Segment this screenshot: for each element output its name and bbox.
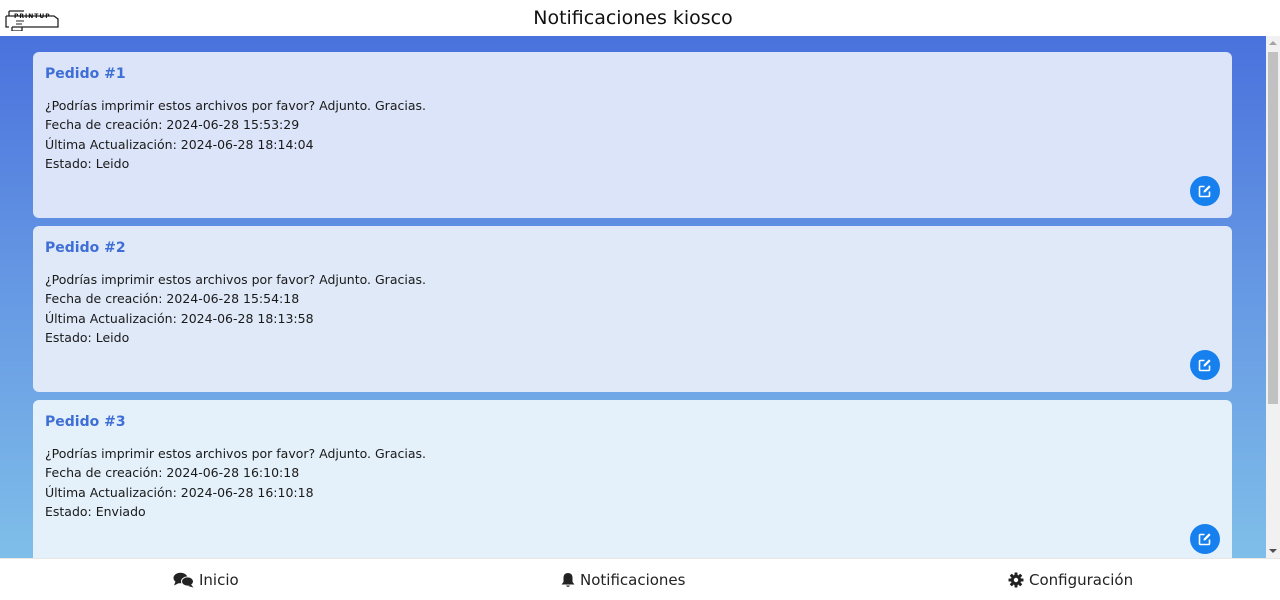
order-title: Pedido #3 [45, 414, 126, 430]
order-card: Pedido #3 ¿Podrías imprimir estos archiv… [33, 400, 1232, 558]
edit-icon [1198, 185, 1211, 198]
nav-item-label: Configuración [1029, 571, 1134, 589]
nav-item-inicio[interactable]: Inicio [173, 559, 239, 600]
edit-icon [1198, 533, 1211, 546]
scroll-down-arrow-icon[interactable] [1266, 544, 1280, 558]
edit-order-button[interactable] [1190, 524, 1220, 554]
nav-item-label: Inicio [199, 571, 239, 589]
notifications-list[interactable]: Pedido #1 ¿Podrías imprimir estos archiv… [0, 36, 1266, 558]
printup-logo[interactable]: PRINTUP [4, 7, 60, 31]
gear-icon [1008, 572, 1024, 588]
edit-order-button[interactable] [1190, 350, 1220, 380]
page-title: Notificaciones kiosco [533, 7, 733, 29]
chat-bubbles-icon [173, 572, 194, 588]
order-message: ¿Podrías imprimir estos archivos por fav… [45, 272, 426, 287]
nav-item-configuracion[interactable]: Configuración [1008, 559, 1133, 600]
order-updated-date: Última Actualización: 2024-06-28 18:14:0… [45, 136, 314, 152]
scrollbar-thumb[interactable] [1268, 52, 1278, 404]
edit-icon [1198, 359, 1211, 372]
order-card: Pedido #2 ¿Podrías imprimir estos archiv… [33, 226, 1232, 392]
order-created-date: Fecha de creación: 2024-06-28 16:10:18 [45, 465, 300, 481]
order-title: Pedido #2 [45, 240, 126, 256]
order-status: Estado: Enviado [45, 503, 146, 519]
order-updated-date: Última Actualización: 2024-06-28 18:13:5… [45, 310, 314, 326]
logo-text: PRINTUP [14, 13, 51, 20]
edit-order-button[interactable] [1190, 176, 1220, 206]
order-message: ¿Podrías imprimir estos archivos por fav… [45, 98, 426, 113]
top-bar: PRINTUP Notificaciones kiosco [0, 0, 1280, 36]
order-card: Pedido #1 ¿Podrías imprimir estos archiv… [33, 52, 1232, 218]
scroll-up-arrow-icon[interactable] [1266, 36, 1280, 50]
order-updated-date: Última Actualización: 2024-06-28 16:10:1… [45, 484, 314, 500]
order-created-date: Fecha de creación: 2024-06-28 15:53:29 [45, 117, 300, 133]
bell-icon [561, 573, 575, 587]
vertical-scrollbar[interactable] [1266, 36, 1280, 558]
order-status: Estado: Leido [45, 155, 130, 171]
bottom-navigation: Inicio Notificaciones Configuración [0, 558, 1280, 600]
order-message: ¿Podrías imprimir estos archivos por fav… [45, 446, 426, 461]
nav-item-label: Notificaciones [580, 571, 686, 589]
order-title: Pedido #1 [45, 66, 126, 82]
order-status: Estado: Leido [45, 329, 130, 345]
nav-item-notificaciones[interactable]: Notificaciones [561, 559, 685, 600]
order-created-date: Fecha de creación: 2024-06-28 15:54:18 [45, 291, 300, 307]
